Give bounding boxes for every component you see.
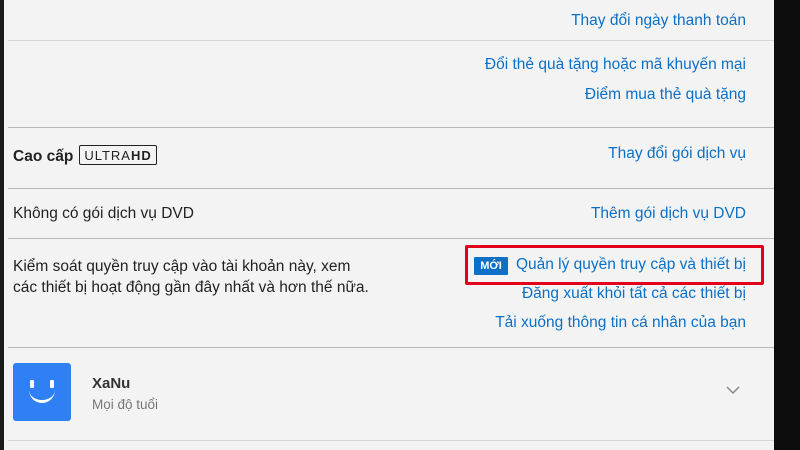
download-personal-info-link[interactable]: Tải xuống thông tin cá nhân của bạn: [495, 314, 746, 332]
manage-access-devices-link[interactable]: Quản lý quyền truy cập và thiết bị: [516, 256, 746, 274]
profile-maturity-rating: Mọi độ tuổi: [92, 397, 159, 412]
redeem-gift-card-link[interactable]: Đổi thẻ quà tặng hoặc mã khuyến mại: [485, 56, 746, 74]
divider: [8, 40, 778, 41]
profile-name: XaNu: [92, 375, 131, 392]
smiley-face-icon[interactable]: [13, 363, 71, 421]
divider: [8, 440, 778, 441]
new-badge: MỚI: [474, 257, 508, 275]
ultra-hd-badge: ULTRAHD: [79, 145, 157, 165]
divider: [8, 238, 778, 239]
plan-name: Cao cấp: [13, 148, 74, 165]
change-payment-date-link[interactable]: Thay đổi ngày thanh toán: [571, 12, 746, 30]
ultra-hd-bold: HD: [130, 148, 152, 163]
divider: [8, 347, 778, 348]
change-plan-link[interactable]: Thay đổi gói dịch vụ: [608, 145, 746, 163]
security-description-line-2: các thiết bị hoạt động gần đây nhất và h…: [13, 279, 369, 296]
divider: [8, 188, 778, 189]
dvd-plan-status: Không có gói dịch vụ DVD: [13, 205, 194, 222]
security-description: Kiểm soát quyền truy cập vào tài khoản n…: [13, 256, 369, 298]
ultra-hd-text: ULTRA: [84, 148, 131, 163]
account-page: Thay đổi ngày thanh toán Đổi thẻ quà tặn…: [0, 0, 800, 450]
divider: [8, 127, 778, 128]
sign-out-all-devices-link[interactable]: Đăng xuất khỏi tất cả các thiết bị: [522, 285, 746, 303]
window-edge: [774, 0, 800, 450]
security-description-line-1: Kiểm soát quyền truy cập vào tài khoản n…: [13, 258, 351, 275]
where-to-buy-gift-card-link[interactable]: Điểm mua thẻ quà tặng: [585, 86, 746, 104]
plan-info: Cao cấp ULTRAHD: [13, 145, 157, 166]
add-dvd-plan-link[interactable]: Thêm gói dịch vụ DVD: [591, 205, 746, 223]
chevron-down-icon[interactable]: [726, 383, 740, 397]
